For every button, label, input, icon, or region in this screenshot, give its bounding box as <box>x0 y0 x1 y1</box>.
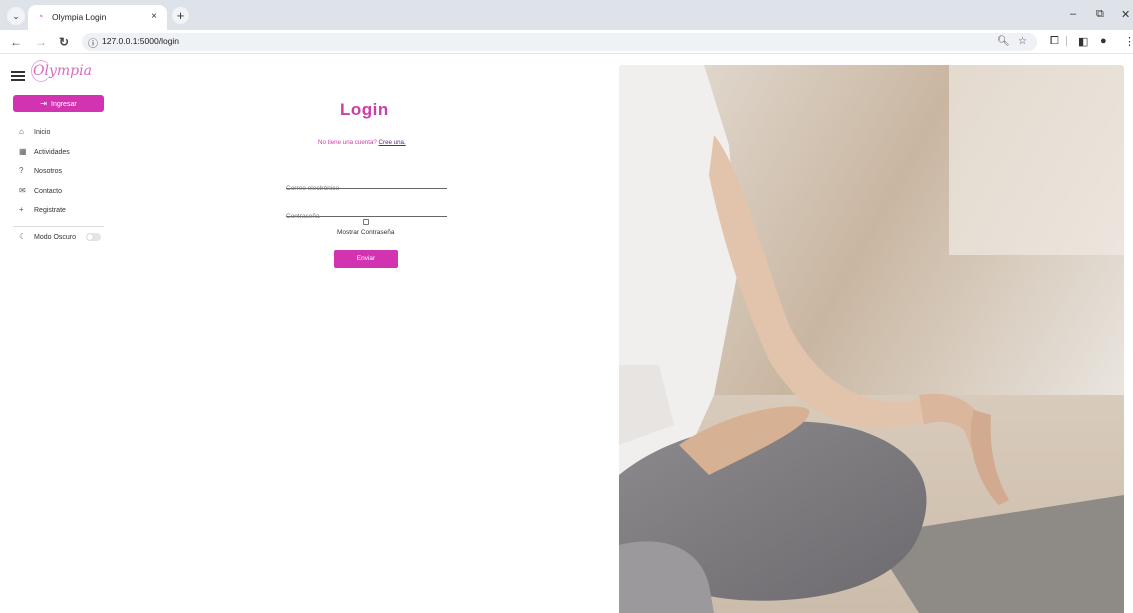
plus-icon: + <box>19 205 24 214</box>
sidebar: Olympia ⇥ Ingresar ⌂ Inicio ▦ Actividades ?… <box>0 55 120 613</box>
sidebar-item-label: Nosotros <box>34 168 63 175</box>
address-bar[interactable]: ⓘ 127.0.0.1:5000/login 🔍︎ ☆ <box>82 33 1037 51</box>
dark-mode-toggle-row[interactable]: ☾ Modo Oscuro <box>19 231 102 243</box>
ingresar-label: Ingresar <box>51 101 77 108</box>
browser-toolbar: ← → ↻ ⓘ 127.0.0.1:5000/login 🔍︎ ☆ ⧠ | ◧ … <box>0 30 1133 54</box>
password-field[interactable] <box>286 205 447 220</box>
email-field[interactable] <box>286 177 447 192</box>
site-info-icon[interactable]: ⓘ <box>88 35 98 50</box>
sidebar-item-nosotros[interactable]: ? Nosotros <box>19 165 62 177</box>
question-icon: ? <box>19 166 24 175</box>
calendar-icon: ▦ <box>19 147 27 156</box>
ingresar-button[interactable]: ⇥ Ingresar <box>13 95 104 112</box>
favicon-icon: ◔ <box>37 11 44 23</box>
toolbar-divider: | <box>1065 35 1068 47</box>
dark-mode-label: Modo Oscuro <box>34 234 77 241</box>
sidebar-item-registrate[interactable]: + Registrate <box>19 204 66 216</box>
menu-kebab-icon[interactable]: ⋮ <box>1124 35 1133 48</box>
page-title: Login <box>340 100 389 119</box>
sidebar-item-label: Registrate <box>34 207 66 214</box>
new-tab-button[interactable]: + <box>172 7 189 24</box>
hero-illustration <box>619 65 1124 613</box>
tab-title: Olympia Login <box>52 12 107 22</box>
email-input[interactable] <box>286 185 447 192</box>
tab-search-button[interactable]: ⌄ <box>7 7 25 25</box>
sidebar-item-contacto[interactable]: ✉ Contacto <box>19 185 62 197</box>
forward-icon[interactable]: → <box>35 35 47 49</box>
close-window-icon[interactable]: ✕ <box>1121 8 1130 21</box>
submit-button[interactable]: Enviar <box>334 250 398 268</box>
restore-icon[interactable]: ⧉ <box>1096 8 1104 21</box>
signup-link[interactable]: Cree una. <box>379 139 406 146</box>
sidebar-divider <box>13 226 104 227</box>
url-text: 127.0.0.1:5000/login <box>102 36 180 46</box>
browser-tab[interactable]: ◔ Olympia Login × <box>28 5 167 30</box>
show-password-checkbox[interactable] <box>363 219 369 225</box>
sidebar-item-label: Inicio <box>34 129 51 136</box>
logo[interactable]: Olympia <box>33 63 92 79</box>
yoga-hero-image <box>619 65 1124 613</box>
bookmark-star-icon[interactable]: ☆ <box>1018 36 1027 47</box>
signup-prompt: No tiene una cuenta? Cree una. <box>318 139 406 146</box>
zoom-icon[interactable]: 🔍︎ <box>997 36 1010 47</box>
hamburger-menu-icon[interactable] <box>11 71 25 81</box>
signup-text: No tiene una cuenta? <box>318 139 379 146</box>
back-icon[interactable]: ← <box>10 35 22 49</box>
profile-avatar-icon[interactable]: ● <box>1100 35 1107 47</box>
sidebar-item-label: Actividades <box>34 149 70 156</box>
browser-tab-bar: ⌄ ◔ Olympia Login × + – ⧉ ✕ <box>0 0 1133 33</box>
show-password-label: Mostrar Contraseña <box>337 229 395 236</box>
mail-icon: ✉ <box>19 186 26 195</box>
moon-icon: ☾ <box>19 232 27 241</box>
sidebar-item-inicio[interactable]: ⌂ Inicio <box>19 126 50 138</box>
sidebar-item-actividades[interactable]: ▦ Actividades <box>19 146 70 158</box>
side-panel-icon[interactable]: ◧ <box>1078 35 1088 48</box>
extensions-icon[interactable]: ⧠ <box>1050 35 1059 48</box>
tab-close-icon[interactable]: × <box>151 11 157 22</box>
home-icon: ⌂ <box>19 127 24 136</box>
reload-icon[interactable]: ↻ <box>59 35 69 49</box>
dark-mode-switch[interactable] <box>86 233 102 242</box>
sidebar-item-label: Contacto <box>34 188 63 195</box>
minimize-icon[interactable]: – <box>1070 8 1076 20</box>
login-icon: ⇥ <box>40 99 47 108</box>
